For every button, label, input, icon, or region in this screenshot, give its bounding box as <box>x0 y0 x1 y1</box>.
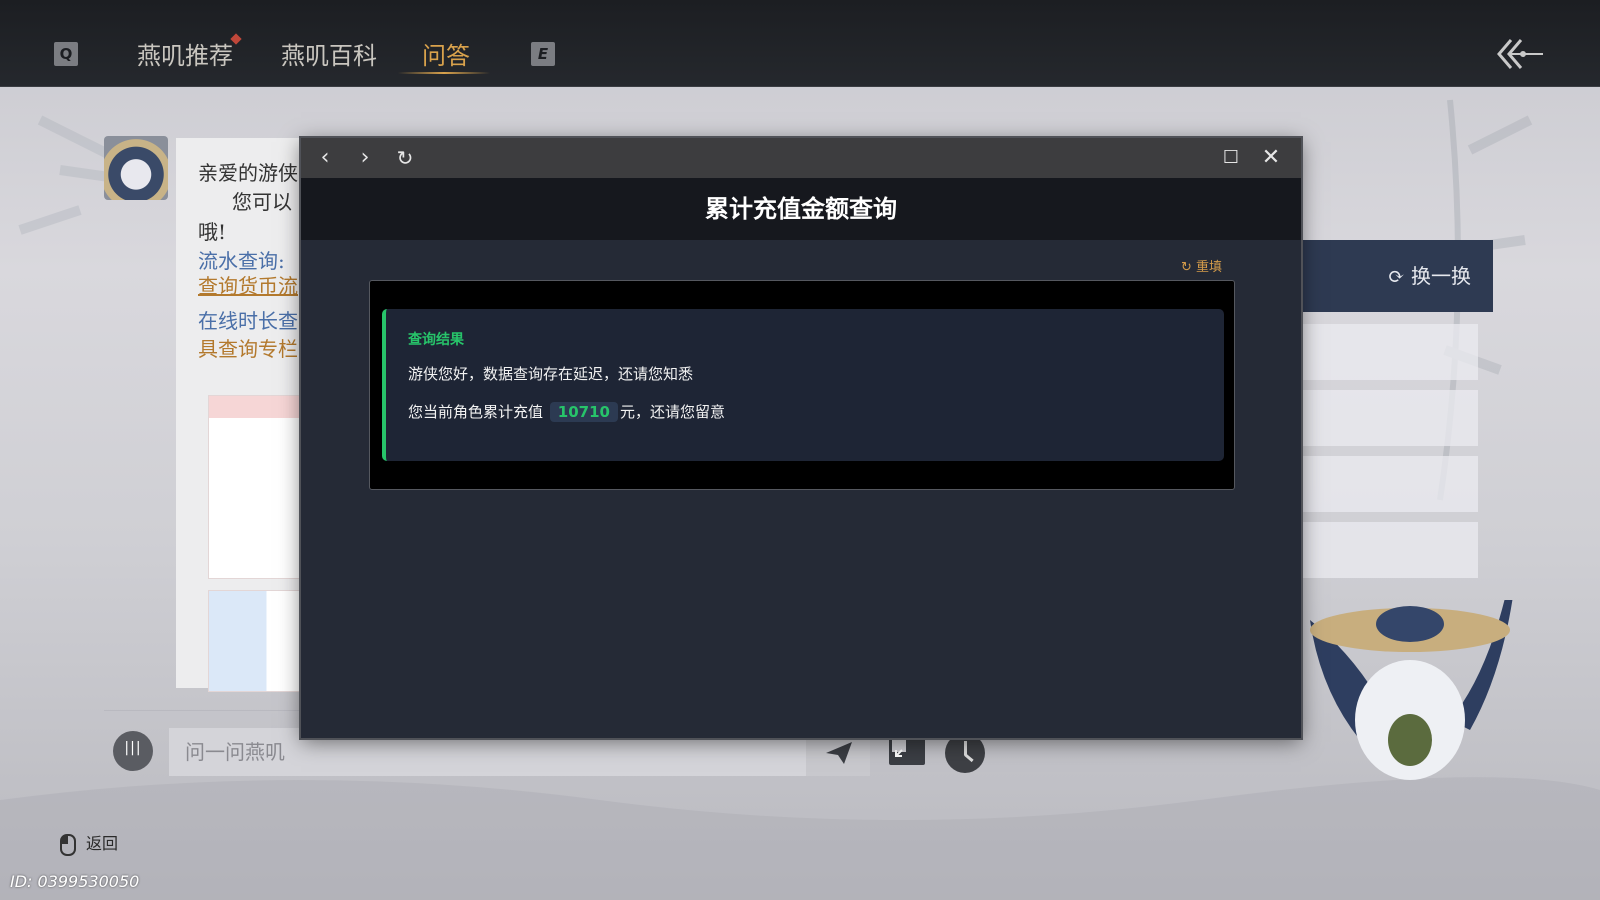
browser-toolbar: ‹ › ↻ ☐ ✕ <box>301 138 1301 178</box>
back-hint[interactable]: 返回 <box>60 830 118 856</box>
back-chevron-icon[interactable]: ‹ <box>313 146 337 170</box>
e-key-hint[interactable]: E <box>531 42 555 66</box>
picture-in-picture-icon[interactable] <box>888 736 926 766</box>
query-column-link[interactable]: 具查询专栏 <box>198 333 298 362</box>
send-icon <box>826 742 852 764</box>
chat-line: 哦! <box>198 220 227 244</box>
swallow-mascot <box>1310 600 1513 780</box>
suggestion-item[interactable] <box>1298 390 1478 446</box>
mouse-icon <box>60 833 76 856</box>
forward-chevron-icon[interactable]: › <box>353 146 377 170</box>
online-time-link[interactable]: 在线时长查 <box>198 305 298 334</box>
delay-notice: 游侠您好，数据查询存在延迟，还请您知悉 <box>408 365 694 383</box>
reset-label: 重填 <box>1196 260 1223 275</box>
shuffle-label: 换一换 <box>1411 264 1471 288</box>
screenshot-thumbnail[interactable] <box>208 590 306 692</box>
amount-prefix: 您当前角色累计充值 <box>408 403 544 421</box>
result-panel: 查询结果 游侠您好，数据查询存在延迟，还请您知悉 您当前角色累计充值 10710… <box>369 280 1235 490</box>
chat-greeting: 亲爱的游侠 <box>198 161 298 185</box>
suggestion-item[interactable] <box>1298 456 1478 512</box>
suggestion-item[interactable] <box>1298 522 1478 578</box>
tab-qa[interactable]: 问答 <box>422 36 470 71</box>
browser-window: ‹ › ↻ ☐ ✕ 累计充值金额查询 ↻ 重填 查询结果 游侠您好，数据查询存在… <box>301 138 1301 738</box>
reset-button[interactable]: ↻ 重填 <box>1181 256 1222 275</box>
currency-flow-link[interactable]: 查询货币流 <box>198 270 298 299</box>
active-tab-underline <box>398 72 490 74</box>
maximize-icon[interactable]: ☐ <box>1219 146 1243 170</box>
tab-recommend[interactable]: 燕叽推荐 <box>137 36 233 71</box>
close-icon[interactable]: ✕ <box>1259 146 1283 170</box>
page-title: 累计充值金额查询 <box>301 178 1301 240</box>
suggestion-item[interactable] <box>1298 324 1478 380</box>
tab-wiki[interactable]: 燕叽百科 <box>281 36 377 71</box>
suggestion-panel: ⟳ 换一换 <box>1290 240 1493 590</box>
user-id: ID: 0399530050 <box>10 872 140 891</box>
top-nav-bar: Q 燕叽推荐 燕叽百科 问答 E <box>0 0 1600 87</box>
voice-input-button[interactable] <box>113 731 153 771</box>
q-key-hint[interactable]: Q <box>54 42 78 66</box>
amount-line: 您当前角色累计充值 10710 元，还请您留意 <box>408 401 725 422</box>
result-title: 查询结果 <box>408 332 464 348</box>
history-clock-icon[interactable] <box>945 733 985 773</box>
screenshot-thumbnail[interactable] <box>208 395 306 579</box>
reload-icon[interactable]: ↻ <box>393 146 417 170</box>
back-label: 返回 <box>86 834 119 853</box>
back-arrow-icon[interactable] <box>1495 38 1545 70</box>
amount-value: 10710 <box>549 402 618 422</box>
chat-line: 您可以 <box>232 190 292 214</box>
shuffle-button[interactable]: ⟳ 换一换 <box>1290 240 1493 312</box>
result-card: 查询结果 游侠您好，数据查询存在延迟，还请您知悉 您当前角色累计充值 10710… <box>382 309 1224 461</box>
amount-suffix: 元，还请您留意 <box>619 403 725 421</box>
assistant-avatar <box>104 136 168 200</box>
